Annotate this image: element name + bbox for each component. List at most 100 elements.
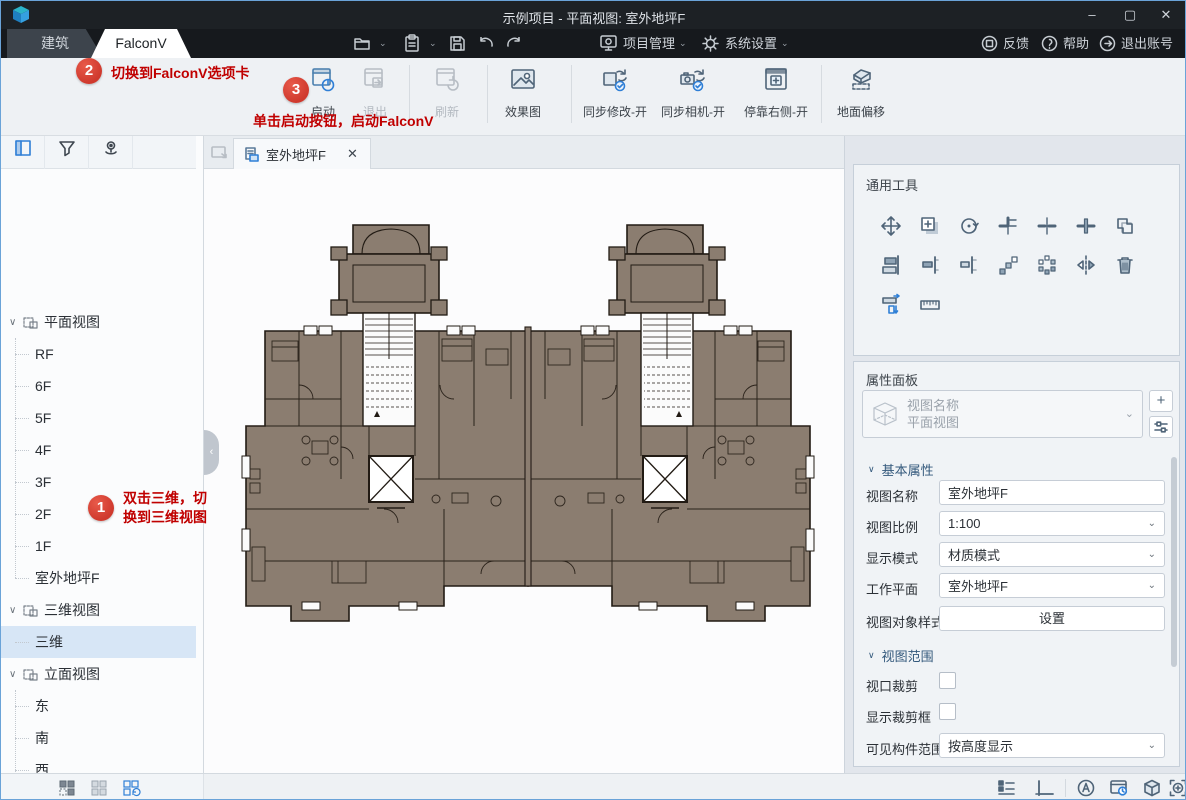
tree-item-plan-views[interactable]: ∨ 平面视图 xyxy=(1,306,196,338)
object-style-settings-button[interactable]: 设置 xyxy=(939,606,1165,631)
measure-tool-icon[interactable] xyxy=(915,289,945,319)
trim-tool-icon[interactable] xyxy=(1032,211,1062,241)
tree-item-6f[interactable]: 6F xyxy=(1,370,196,402)
locate-button[interactable] xyxy=(89,136,133,169)
paste-icon[interactable] xyxy=(403,34,421,53)
panel-view-button[interactable] xyxy=(1,136,45,169)
tree-item-elevation-views[interactable]: ∨ 立面视图 xyxy=(1,658,196,690)
filter-button[interactable] xyxy=(45,136,89,169)
view-history-icon[interactable] xyxy=(1109,779,1129,797)
extend-tool-icon[interactable] xyxy=(993,211,1023,241)
paste-chevron-icon[interactable]: ⌄ xyxy=(429,29,437,58)
help-icon[interactable] xyxy=(1041,35,1058,52)
help-label[interactable]: 帮助 xyxy=(1063,29,1089,58)
drawing-canvas[interactable] xyxy=(204,169,844,773)
render-button[interactable]: 效果图 xyxy=(495,65,551,120)
split-tool-icon[interactable] xyxy=(1071,211,1101,241)
tree-item-outdoor-ground[interactable]: 室外地坪F xyxy=(1,562,196,594)
type-selector-chevron-icon[interactable]: ⌄ xyxy=(1125,400,1134,429)
select-group-icon[interactable] xyxy=(57,779,76,797)
annotation-visibility-icon[interactable] xyxy=(1077,779,1095,797)
view-document-icon xyxy=(244,147,259,162)
float-view-icon[interactable] xyxy=(210,145,228,160)
tree-item-4f[interactable]: 4F xyxy=(1,434,196,466)
radial-array-tool-icon[interactable] xyxy=(1032,250,1062,280)
project-manage-menu[interactable]: 项目管理 xyxy=(623,29,675,58)
tab-falconv[interactable]: FalconV xyxy=(91,29,191,58)
common-tools-panel: 通用工具 xyxy=(853,164,1180,356)
project-manage-chevron-icon[interactable]: ⌄ xyxy=(679,29,687,58)
close-button[interactable]: ✕ xyxy=(1149,1,1183,29)
system-settings-chevron-icon[interactable]: ⌄ xyxy=(781,29,789,58)
detail-level-icon[interactable] xyxy=(997,780,1017,796)
save-icon[interactable] xyxy=(449,35,466,52)
zoom-fit-icon[interactable] xyxy=(1169,779,1186,797)
minimize-button[interactable]: – xyxy=(1075,1,1109,29)
move-tool-icon[interactable] xyxy=(876,211,906,241)
tree-item-south[interactable]: 南 xyxy=(1,722,196,754)
tree-item-rf[interactable]: RF xyxy=(1,338,196,370)
shaded-view-icon[interactable] xyxy=(1143,779,1161,797)
view-folder-icon xyxy=(23,604,38,617)
view-name-input[interactable] xyxy=(939,480,1165,505)
align-right-tool-icon[interactable] xyxy=(954,250,984,280)
delete-tool-icon[interactable] xyxy=(1110,250,1140,280)
visible-range-select[interactable]: 按高度显示⌄ xyxy=(939,733,1165,758)
visible-range-label: 可见构件范围 xyxy=(866,739,944,758)
reset-group-icon[interactable] xyxy=(121,779,141,797)
view-name-label: 视图名称 xyxy=(866,486,918,505)
align-left-tool-icon[interactable] xyxy=(915,250,945,280)
copy-tool-icon[interactable] xyxy=(915,211,945,241)
chevron-down-icon[interactable]: ∨ xyxy=(9,317,19,328)
viewport-crop-checkbox[interactable] xyxy=(939,672,956,689)
show-cropbox-checkbox[interactable] xyxy=(939,703,956,720)
work-plane-select[interactable]: 室外地坪F⌄ xyxy=(939,573,1165,598)
system-settings-menu[interactable]: 系统设置 xyxy=(725,29,777,58)
sync-edit-button[interactable]: 同步修改-开 xyxy=(581,65,649,120)
mirror-tool-icon[interactable] xyxy=(1071,250,1101,280)
display-mode-select[interactable]: 材质模式⌄ xyxy=(939,542,1165,567)
tree-item-1f[interactable]: 1F xyxy=(1,530,196,562)
project-manage-icon[interactable] xyxy=(599,34,618,53)
open-folder-icon[interactable] xyxy=(353,35,371,52)
stretch-tool-icon[interactable] xyxy=(876,289,906,319)
redo-icon[interactable] xyxy=(505,37,523,51)
properties-scrollbar[interactable] xyxy=(1171,457,1177,667)
tree-item-5f[interactable]: 5F xyxy=(1,402,196,434)
crop-corner-icon[interactable] xyxy=(1035,780,1055,796)
document-tab-close-icon[interactable]: ✕ xyxy=(347,146,358,162)
document-tab-active[interactable]: 室外地坪F ✕ xyxy=(233,138,371,169)
type-selector[interactable]: 视图名称 平面视图 ⌄ xyxy=(862,390,1143,438)
feedback-icon[interactable] xyxy=(981,35,998,52)
filter-group-icon[interactable] xyxy=(89,779,108,797)
view-scale-select[interactable]: 1:100⌄ xyxy=(939,511,1165,536)
tab-building[interactable]: 建筑 xyxy=(7,29,103,58)
maximize-button[interactable]: ▢ xyxy=(1113,1,1147,29)
feedback-label[interactable]: 反馈 xyxy=(1003,29,1029,58)
add-property-button[interactable]: + xyxy=(1149,390,1173,412)
dock-right-button[interactable]: 停靠右侧-开 xyxy=(737,65,815,120)
section-basic-properties[interactable]: ∨ 基本属性 xyxy=(868,460,934,479)
rotate-tool-icon[interactable] xyxy=(954,211,984,241)
section-chevron-icon: ∨ xyxy=(868,464,875,475)
ground-offset-button[interactable]: 地面偏移 xyxy=(831,65,891,120)
property-filter-button[interactable] xyxy=(1149,416,1173,438)
pick-similar-tool-icon[interactable] xyxy=(1110,211,1140,241)
object-style-label: 视图对象样式 xyxy=(866,612,944,631)
array-tool-icon[interactable] xyxy=(993,250,1023,280)
tree-item-3d-views[interactable]: ∨ 三维视图 xyxy=(1,594,196,626)
logout-label[interactable]: 退出账号 xyxy=(1121,29,1173,58)
undo-icon[interactable] xyxy=(477,37,495,51)
chevron-down-icon[interactable]: ∨ xyxy=(9,669,19,680)
tree-item-east[interactable]: 东 xyxy=(1,690,196,722)
open-folder-chevron-icon[interactable]: ⌄ xyxy=(379,29,387,58)
align-tool-icon[interactable] xyxy=(876,250,906,280)
system-settings-icon[interactable] xyxy=(701,34,720,53)
logout-icon[interactable] xyxy=(1099,35,1116,52)
section-view-range[interactable]: ∨ 视图范围 xyxy=(868,646,934,665)
sync-camera-button[interactable]: 同步相机-开 xyxy=(657,65,729,120)
chevron-down-icon: ⌄ xyxy=(1148,571,1156,600)
chevron-down-icon[interactable]: ∨ xyxy=(9,605,19,616)
tree-item-3d[interactable]: 三维 xyxy=(1,626,196,658)
render-label: 效果图 xyxy=(495,103,551,120)
